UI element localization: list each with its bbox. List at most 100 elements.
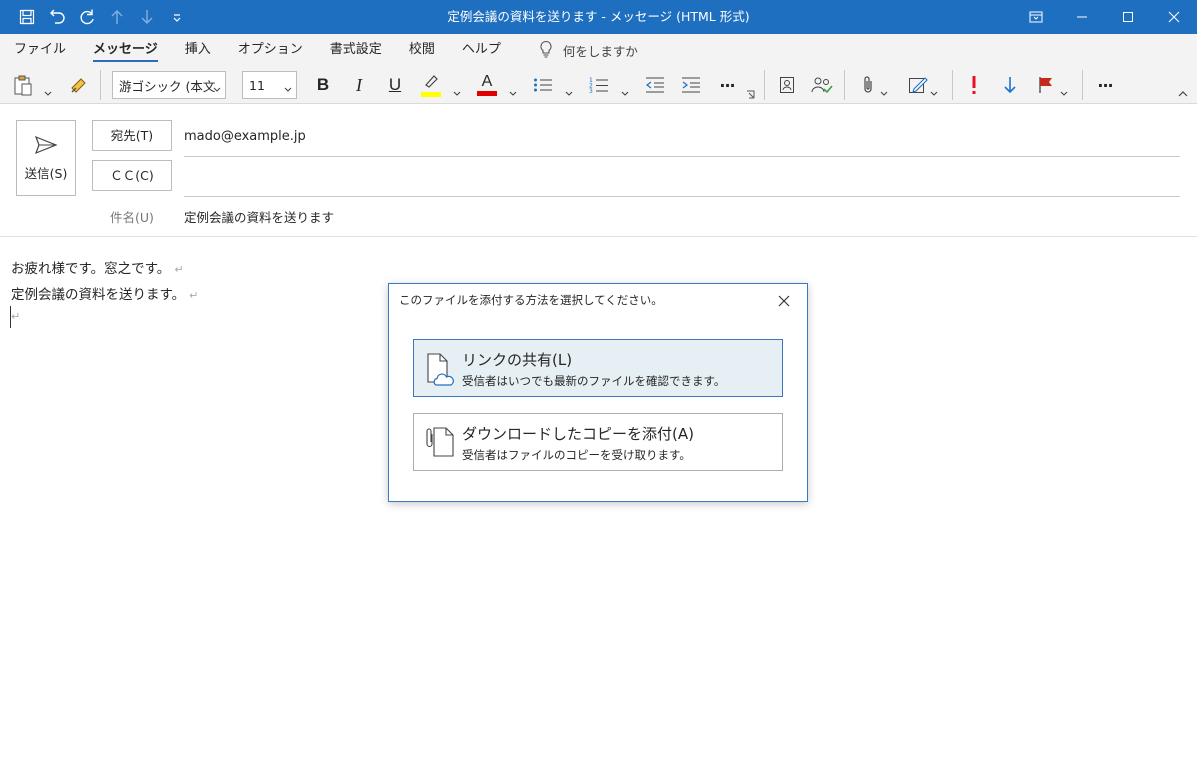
numbering-dropdown-icon[interactable]	[621, 82, 629, 101]
dialog-launcher-icon[interactable]	[744, 88, 756, 100]
address-book-icon[interactable]	[774, 70, 800, 100]
undo-icon[interactable]	[44, 4, 70, 30]
bullets-icon[interactable]	[530, 70, 556, 100]
to-field[interactable]: mado@example.jp	[184, 129, 306, 144]
check-names-icon[interactable]	[808, 70, 836, 100]
option-title: ダウンロードしたコピーを添付(A)	[462, 425, 694, 443]
quick-access-toolbar	[14, 0, 190, 34]
ribbon-tabs: ファイル メッセージ 挿入 オプション 書式設定 校閲 ヘルプ 何をしますか	[0, 34, 1197, 66]
body-line: お疲れ様です。窓之です。 ↵	[11, 257, 184, 277]
italic-button[interactable]: I	[346, 70, 372, 100]
body-line: 定例会議の資料を送ります。 ↵	[11, 283, 198, 303]
font-name-value: 游ゴシック (本文の	[119, 78, 215, 94]
send-icon	[17, 135, 75, 157]
cloud-document-icon	[426, 352, 456, 388]
share-link-option[interactable]: リンクの共有(L) 受信者はいつでも最新のファイルを確認できます。	[413, 339, 783, 397]
tell-me-box[interactable]: 何をしますか	[539, 40, 638, 61]
more-commands-button[interactable]: ···	[1092, 70, 1118, 100]
tab-insert[interactable]: 挿入	[185, 34, 211, 66]
customize-qat-icon[interactable]	[164, 4, 190, 30]
follow-up-dropdown-icon[interactable]	[1060, 82, 1068, 101]
close-window-icon[interactable]	[1151, 0, 1197, 34]
subject-label: 件名(U)	[110, 210, 154, 225]
highlighter-icon	[422, 73, 440, 92]
next-item-icon[interactable]	[134, 4, 160, 30]
ribbon-separator	[844, 70, 845, 100]
body-line-text: 定例会議の資料を送ります。	[11, 287, 186, 303]
attach-copy-option[interactable]: ダウンロードしたコピーを添付(A) 受信者はファイルのコピーを受け取ります。	[413, 413, 783, 471]
highlight-button[interactable]	[418, 70, 444, 100]
subject-field[interactable]: 定例会議の資料を送ります	[184, 207, 334, 226]
attach-method-dialog: このファイルを添付する方法を選択してください。 リンクの共有(L) 受信者はいつ…	[388, 283, 808, 502]
ribbon-separator	[1082, 70, 1083, 100]
to-button[interactable]: 宛先(T)	[92, 120, 172, 151]
bullets-dropdown-icon[interactable]	[565, 82, 573, 101]
font-size-dropdown-icon	[284, 81, 292, 96]
ribbon-display-options-icon[interactable]	[1013, 0, 1059, 34]
ribbon-separator	[952, 70, 953, 100]
tab-options[interactable]: オプション	[238, 34, 303, 66]
close-icon[interactable]	[773, 290, 795, 312]
option-description: 受信者はいつでも最新のファイルを確認できます。	[462, 374, 726, 388]
cc-field-underline	[184, 196, 1180, 197]
tab-help[interactable]: ヘルプ	[462, 34, 501, 66]
option-description: 受信者はファイルのコピーを受け取ります。	[462, 448, 691, 462]
send-button[interactable]: 送信(S)	[16, 120, 76, 196]
font-color-button[interactable]: A	[474, 70, 500, 100]
bold-button[interactable]: B	[310, 70, 336, 100]
text-cursor	[10, 306, 11, 328]
font-size-value: 11	[249, 77, 265, 93]
dialog-title: このファイルを添付する方法を選択してください。	[399, 293, 663, 307]
attach-file-dropdown-icon[interactable]	[880, 82, 888, 101]
tab-message[interactable]: メッセージ	[93, 34, 158, 66]
option-title: リンクの共有(L)	[462, 351, 573, 369]
tab-file[interactable]: ファイル	[14, 34, 66, 66]
maximize-icon[interactable]	[1105, 0, 1151, 34]
paste-icon[interactable]	[10, 70, 36, 100]
font-color-dropdown-icon[interactable]	[509, 82, 517, 101]
tab-format-text[interactable]: 書式設定	[330, 34, 382, 66]
high-importance-icon[interactable]	[962, 70, 986, 100]
cc-button[interactable]: ＣＣ(C)	[92, 160, 172, 191]
body-line: ↵	[7, 308, 20, 324]
paragraph-mark-icon: ↵	[189, 289, 199, 302]
font-name-combo[interactable]: 游ゴシック (本文の	[112, 71, 226, 99]
highlight-color-bar	[421, 92, 441, 97]
paragraph-mark-icon: ↵	[174, 263, 184, 276]
attached-document-icon	[426, 426, 456, 462]
to-field-underline	[184, 156, 1180, 157]
underline-button[interactable]: U	[382, 70, 408, 100]
attach-file-icon[interactable]	[856, 70, 880, 100]
save-icon[interactable]	[14, 4, 40, 30]
font-name-dropdown-icon	[213, 81, 221, 96]
decrease-indent-icon[interactable]	[642, 70, 668, 100]
collapse-ribbon-icon[interactable]	[1176, 86, 1190, 100]
ribbon-separator	[100, 70, 101, 100]
tell-me-text: 何をしますか	[562, 43, 638, 59]
ribbon: 游ゴシック (本文の 11 B I U A 123 ···	[0, 66, 1197, 104]
follow-up-flag-icon[interactable]	[1034, 70, 1058, 100]
lightbulb-icon	[539, 40, 553, 61]
paste-dropdown-icon[interactable]	[44, 82, 52, 101]
previous-item-icon[interactable]	[104, 4, 130, 30]
window-controls	[1013, 0, 1197, 34]
font-size-combo[interactable]: 11	[242, 71, 297, 99]
header-divider	[0, 236, 1197, 237]
increase-indent-icon[interactable]	[678, 70, 704, 100]
numbering-icon[interactable]: 123	[586, 70, 612, 100]
more-basic-text-button[interactable]: ···	[714, 70, 740, 100]
font-color-bar	[477, 91, 497, 96]
signature-icon[interactable]	[906, 70, 930, 100]
font-color-letter: A	[481, 73, 493, 90]
redo-icon[interactable]	[74, 4, 100, 30]
signature-dropdown-icon[interactable]	[930, 82, 938, 101]
minimize-icon[interactable]	[1059, 0, 1105, 34]
tab-review[interactable]: 校閲	[409, 34, 435, 66]
low-importance-icon[interactable]	[998, 70, 1022, 100]
format-painter-icon[interactable]	[66, 70, 92, 100]
title-bar: 定例会議の資料を送ります - メッセージ (HTML 形式)	[0, 0, 1197, 34]
cc-field[interactable]	[184, 169, 1180, 189]
ribbon-separator	[764, 70, 765, 100]
highlight-dropdown-icon[interactable]	[453, 82, 461, 101]
svg-text:3: 3	[589, 88, 593, 94]
